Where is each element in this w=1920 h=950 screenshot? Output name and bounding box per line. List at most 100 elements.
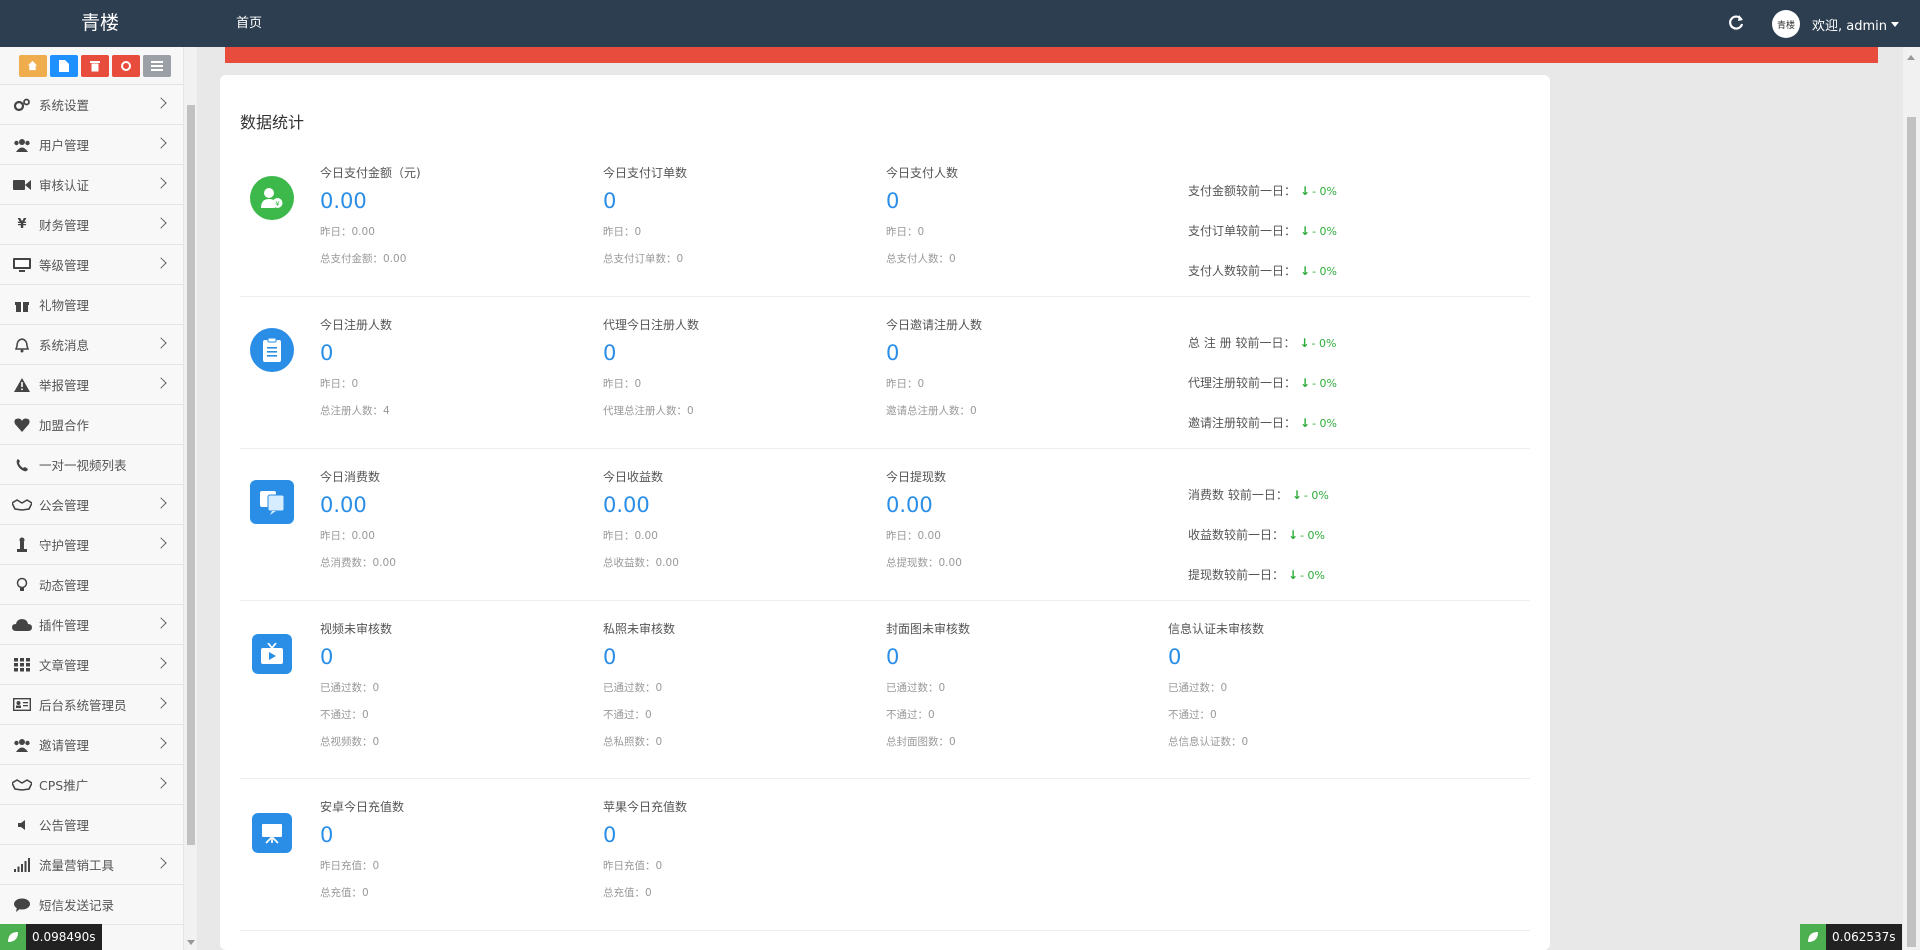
sidebar-item-articles[interactable]: 文章管理	[0, 645, 189, 685]
lightbulb-icon	[12, 577, 32, 593]
welcome-text[interactable]: 欢迎, admin	[1812, 15, 1887, 34]
sidebar-item-admins[interactable]: 后台系统管理员	[0, 685, 189, 725]
alert-banner	[225, 47, 1878, 63]
clipboard-icon	[250, 328, 294, 372]
sidebar-item-sms-log[interactable]: 短信发送记录	[0, 885, 189, 925]
phone-icon	[12, 457, 32, 473]
stat-label: 今日收益数	[603, 470, 664, 484]
stat-value: 0	[320, 645, 334, 669]
stat-sub: 昨日：0	[320, 378, 359, 390]
stat-sub: 昨日：0.00	[320, 226, 375, 238]
sidebar-item-label: CPS推广	[39, 778, 89, 793]
stats-row-register: 今日注册人数 0 昨日：0 总注册人数：4 代理今日注册人数 0 昨日：0 代理…	[240, 297, 1530, 449]
compare-label: 提现数较前一日：	[1188, 568, 1285, 582]
arrow-down-icon: ↓	[1300, 416, 1311, 430]
bell-icon	[12, 337, 32, 353]
sidebar-item-gift[interactable]: 礼物管理	[0, 285, 189, 325]
sidebar-item-label: 财务管理	[39, 218, 90, 233]
id-card-icon	[12, 697, 32, 713]
brand-logo[interactable]: 青楼	[0, 0, 200, 47]
gift-icon	[12, 297, 32, 313]
stat-sub: 已通过数：0	[1168, 682, 1228, 694]
scroll-down-icon[interactable]	[187, 940, 195, 945]
sidebar-item-label: 后台系统管理员	[39, 698, 127, 713]
timer-value: 0.062537s	[1832, 930, 1896, 944]
compare-label: 总 注 册 较前一日：	[1188, 336, 1296, 350]
sidebar-item-cps[interactable]: CPS推广	[0, 765, 189, 805]
sidebar-item-plugins[interactable]: 插件管理	[0, 605, 189, 645]
stat-register-invite: 今日邀请注册人数 0 昨日：0 邀请总注册人数：0	[886, 317, 1146, 420]
chevron-right-icon	[155, 257, 167, 269]
stat-sub: 昨日：0	[886, 378, 925, 390]
stat-label: 今日消费数	[320, 470, 381, 484]
stat-value: 0	[320, 823, 334, 847]
page-scrollbar[interactable]	[1903, 47, 1920, 950]
stat-info-review: 信息认证未审核数 0 已通过数：0 不通过：0 总信息认证数：0	[1168, 621, 1428, 751]
chevron-right-icon	[155, 177, 167, 189]
stat-value: 0.00	[320, 493, 367, 517]
page-title: 数据统计	[240, 113, 305, 132]
sidebar-item-label: 插件管理	[39, 618, 90, 633]
arrow-down-icon: ↓	[1300, 264, 1311, 278]
sidebar-item-level[interactable]: 等级管理	[0, 245, 189, 285]
sidebar-item-partnership[interactable]: 加盟合作	[0, 405, 189, 445]
sidebar-item-finance[interactable]: ¥ 财务管理	[0, 205, 189, 245]
stat-sub: 不通过：0	[886, 709, 935, 721]
sidebar-item-label: 流量营销工具	[39, 858, 115, 873]
sidebar-item-invite[interactable]: 邀请管理	[0, 725, 189, 765]
stat-sub: 总提现数：0.00	[886, 557, 962, 569]
chess-piece-icon	[12, 537, 32, 553]
sidebar-item-marketing[interactable]: 流量营销工具	[0, 845, 189, 885]
sidebar-item-system-settings[interactable]: 系统设置	[0, 85, 189, 125]
stat-label: 今日支付金额（元)	[320, 166, 421, 180]
page-scroll-thumb[interactable]	[1907, 117, 1916, 947]
debug-timer-right[interactable]: 0.062537s	[1800, 924, 1902, 950]
chevron-right-icon	[155, 657, 167, 669]
sidebar-item-announcements[interactable]: 公告管理	[0, 805, 189, 845]
volume-icon	[12, 817, 32, 833]
sidebar-item-label: 守护管理	[39, 538, 90, 553]
arrow-down-icon: ↓	[1300, 184, 1311, 198]
sidebar-item-verification[interactable]: 审核认证	[0, 165, 189, 205]
sidebar-scroll-thumb[interactable]	[187, 105, 195, 845]
stat-label: 今日注册人数	[320, 318, 393, 332]
compare-value: - 0%	[1312, 185, 1337, 198]
sidebar-item-report[interactable]: 举报管理	[0, 365, 189, 405]
chevron-down-icon[interactable]	[1891, 21, 1899, 27]
stat-label: 封面图未审核数	[886, 622, 971, 636]
compare-value: - 0%	[1312, 265, 1337, 278]
sidebar-item-guild[interactable]: 公会管理	[0, 485, 189, 525]
compare-consumption: 消费数 较前一日： ↓ - 0% 收益数较前一日： ↓ - 0% 提现数较前一日： ↓ - …	[1188, 487, 1488, 607]
avatar[interactable]: 青楼	[1772, 10, 1800, 38]
sidebar-item-guard[interactable]: 守护管理	[0, 525, 189, 565]
stat-video-review: 视频未审核数 0 已通过数：0 不通过：0 总视频数：0	[320, 621, 580, 751]
scroll-up-icon[interactable]	[1907, 55, 1915, 60]
arrow-down-icon: ↓	[1288, 528, 1299, 542]
grid-icon	[12, 657, 32, 673]
stat-value: 0	[603, 823, 617, 847]
user-menu[interactable]: 青楼 欢迎, admin	[1772, 10, 1899, 38]
debug-timer-left[interactable]: 0.098490s	[0, 924, 102, 950]
refresh-icon[interactable]	[1726, 13, 1746, 33]
recycle-icon[interactable]	[111, 54, 140, 77]
sidebar-scrollbar[interactable]	[183, 47, 197, 950]
chevron-right-icon	[155, 337, 167, 349]
nav-home-link[interactable]: 首页	[236, 0, 262, 47]
stat-consume-today: 今日消费数 0.00 昨日：0.00 总消费数：0.00	[320, 469, 580, 572]
sidebar-item-system-message[interactable]: 系统消息	[0, 325, 189, 365]
compare-label: 支付人数较前一日：	[1188, 264, 1297, 278]
trash-icon[interactable]	[80, 54, 109, 77]
home-icon[interactable]	[18, 54, 47, 77]
stat-sub: 总私照数：0	[603, 736, 663, 748]
sidebar-item-dynamics[interactable]: 动态管理	[0, 565, 189, 605]
stat-label: 苹果今日充值数	[603, 800, 688, 814]
sidebar-item-user-management[interactable]: 用户管理	[0, 125, 189, 165]
sidebar-item-one-on-one-video[interactable]: 一对一视频列表	[0, 445, 189, 485]
stat-sub: 昨日充值：0	[320, 860, 380, 872]
list-icon[interactable]	[142, 54, 171, 77]
chevron-right-icon	[155, 537, 167, 549]
stat-value: 0.00	[886, 493, 933, 517]
file-icon[interactable]	[49, 54, 78, 77]
stat-sub: 已通过数：0	[603, 682, 663, 694]
stat-photo-review: 私照未审核数 0 已通过数：0 不通过：0 总私照数：0	[603, 621, 863, 751]
